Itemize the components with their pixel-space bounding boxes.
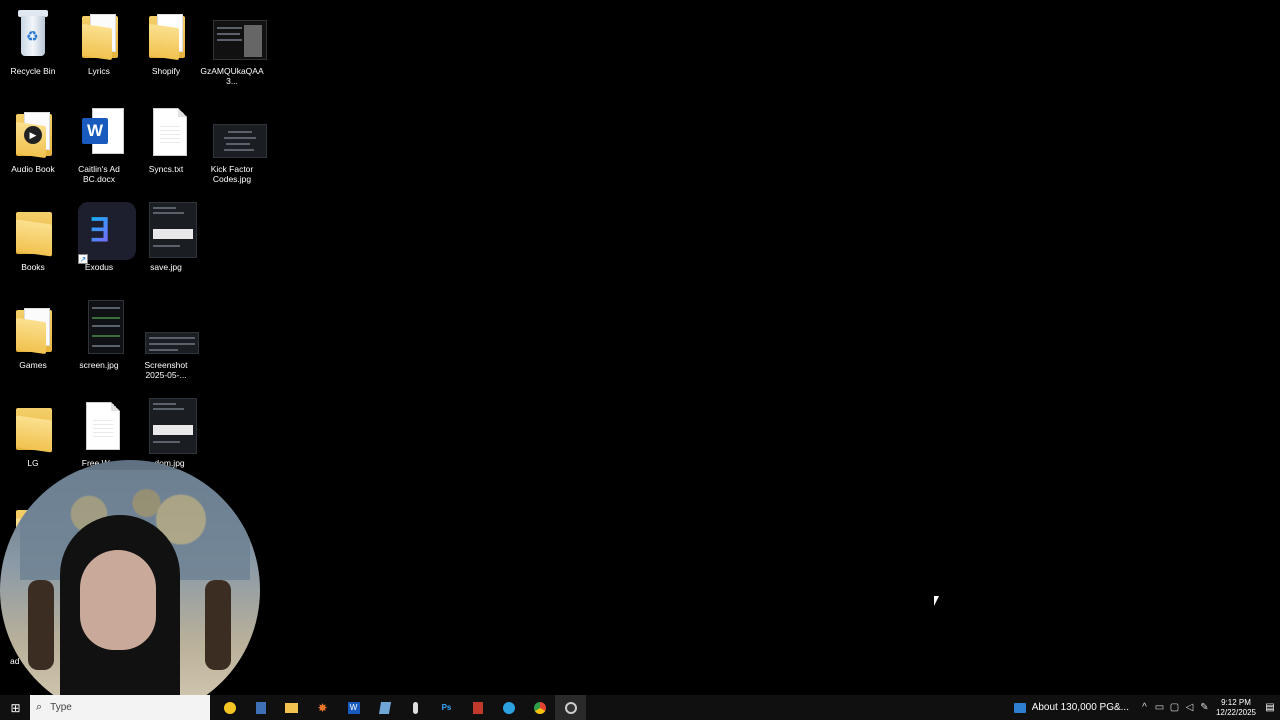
desktop-icon-label: LG [27, 458, 39, 468]
volume-icon[interactable]: ◁ [1182, 702, 1197, 713]
gzam-image-icon[interactable]: GzAMQUkaQAA3... [199, 6, 267, 86]
obs-icon[interactable] [555, 695, 586, 720]
desktop-icon-label: save.jpg [150, 262, 182, 272]
desktop-icon-label: Lyrics [88, 66, 110, 76]
taskbar: ⊞ ⌕ Type ✸ W Ps About 130,000 PG&... ^ ▭… [0, 695, 1280, 720]
desktop-icon-label: Caitlin's Ad BC.docx [78, 164, 120, 184]
mouse-cursor-icon [934, 596, 944, 606]
photoshop-icon[interactable]: Ps [431, 695, 462, 720]
display-icon[interactable]: ▢ [1167, 702, 1182, 713]
network-icon[interactable]: ▭ [1152, 702, 1167, 713]
save-image-icon[interactable]: save.jpg [133, 202, 199, 272]
recycle-bin-icon[interactable]: ♻ Recycle Bin [0, 6, 66, 76]
statue-right [205, 580, 231, 670]
app-icon[interactable]: ✸ [307, 695, 338, 720]
desktop: ♻ Recycle Bin Lyrics Shopify GzAMQUkaQAA… [0, 0, 1280, 720]
statue-left [28, 580, 54, 670]
shopify-folder-icon[interactable]: Shopify [133, 6, 199, 76]
word-icon[interactable]: W [338, 695, 369, 720]
books-folder-icon[interactable]: Books [0, 202, 66, 272]
clock-time: 9:12 PM [1221, 697, 1251, 707]
system-tray: About 130,000 PG&... ^ ▭ ▢ ◁ ✎ 9:12 PM 1… [1013, 695, 1280, 720]
desktop-icon-label: Games [19, 360, 47, 370]
search-input[interactable]: ⌕ Type [30, 695, 210, 720]
games-folder-icon[interactable]: Games [0, 300, 66, 370]
desktop-icon-label: Shopify [151, 66, 181, 76]
app-icon[interactable] [462, 695, 493, 720]
lyrics-folder-icon[interactable]: Lyrics [66, 6, 132, 76]
exodus-shortcut-icon[interactable]: ∃ ↗ Exodus [66, 202, 136, 272]
kick-factor-image-icon[interactable]: Kick Factor Codes.jpg [199, 104, 267, 184]
desktop-icon-label: Audio Book [11, 164, 55, 174]
telegram-icon[interactable] [493, 695, 524, 720]
free-text-file-icon[interactable]: Free W... [66, 398, 132, 468]
screen-image-icon[interactable]: screen.jpg [66, 300, 132, 370]
microphone-icon[interactable] [400, 695, 431, 720]
calculator-icon[interactable] [245, 695, 276, 720]
notification-icon[interactable]: ▤ [1260, 695, 1280, 720]
webcam-overlay [0, 460, 260, 720]
chevron-up-icon[interactable]: ^ [1137, 702, 1152, 713]
clock[interactable]: 9:12 PM 12/22/2025 [1212, 698, 1260, 718]
desktop-icon-label: GzAMQUkaQAA3... [200, 66, 264, 86]
desktop-icon-label: Syncs.txt [148, 164, 184, 174]
dom-image-icon[interactable]: ...dom.jpg [133, 398, 199, 468]
desktop-icon-label: Books [21, 262, 45, 272]
desktop-icon-label: Screenshot 2025-05-... [144, 360, 188, 380]
lg-folder-icon[interactable]: LG [0, 398, 66, 468]
windows-start-icon[interactable]: ⊞ [0, 695, 31, 720]
news-headline: About 130,000 PG&... [1031, 702, 1129, 713]
desktop-icon-label: Exodus [84, 262, 114, 272]
file-explorer-icon[interactable] [276, 695, 307, 720]
person-face [80, 550, 156, 650]
caitlins-word-doc-icon[interactable]: W Caitlin's Ad BC.docx [66, 104, 132, 184]
emoji-app-icon[interactable] [214, 695, 245, 720]
pen-icon[interactable]: ✎ [1197, 702, 1212, 713]
news-widget[interactable]: About 130,000 PG&... [1013, 702, 1129, 713]
clock-date: 12/22/2025 [1215, 707, 1257, 717]
audio-book-folder-icon[interactable]: ▶ Audio Book [0, 104, 66, 174]
desktop-icon-label: screen.jpg [79, 360, 119, 370]
news-icon [1013, 702, 1026, 713]
desktop-icon-label: Kick Factor Codes.jpg [210, 164, 254, 184]
desktop-icon-label: Recycle Bin [10, 66, 56, 76]
chrome-icon[interactable] [524, 695, 555, 720]
screenshot-image-icon[interactable]: Screenshot 2025-05-... [133, 300, 199, 380]
search-icon: ⌕ [36, 701, 43, 713]
notepad-icon[interactable] [369, 695, 400, 720]
syncs-text-file-icon[interactable]: Syncs.txt [133, 104, 199, 174]
search-placeholder: Type [50, 702, 72, 713]
